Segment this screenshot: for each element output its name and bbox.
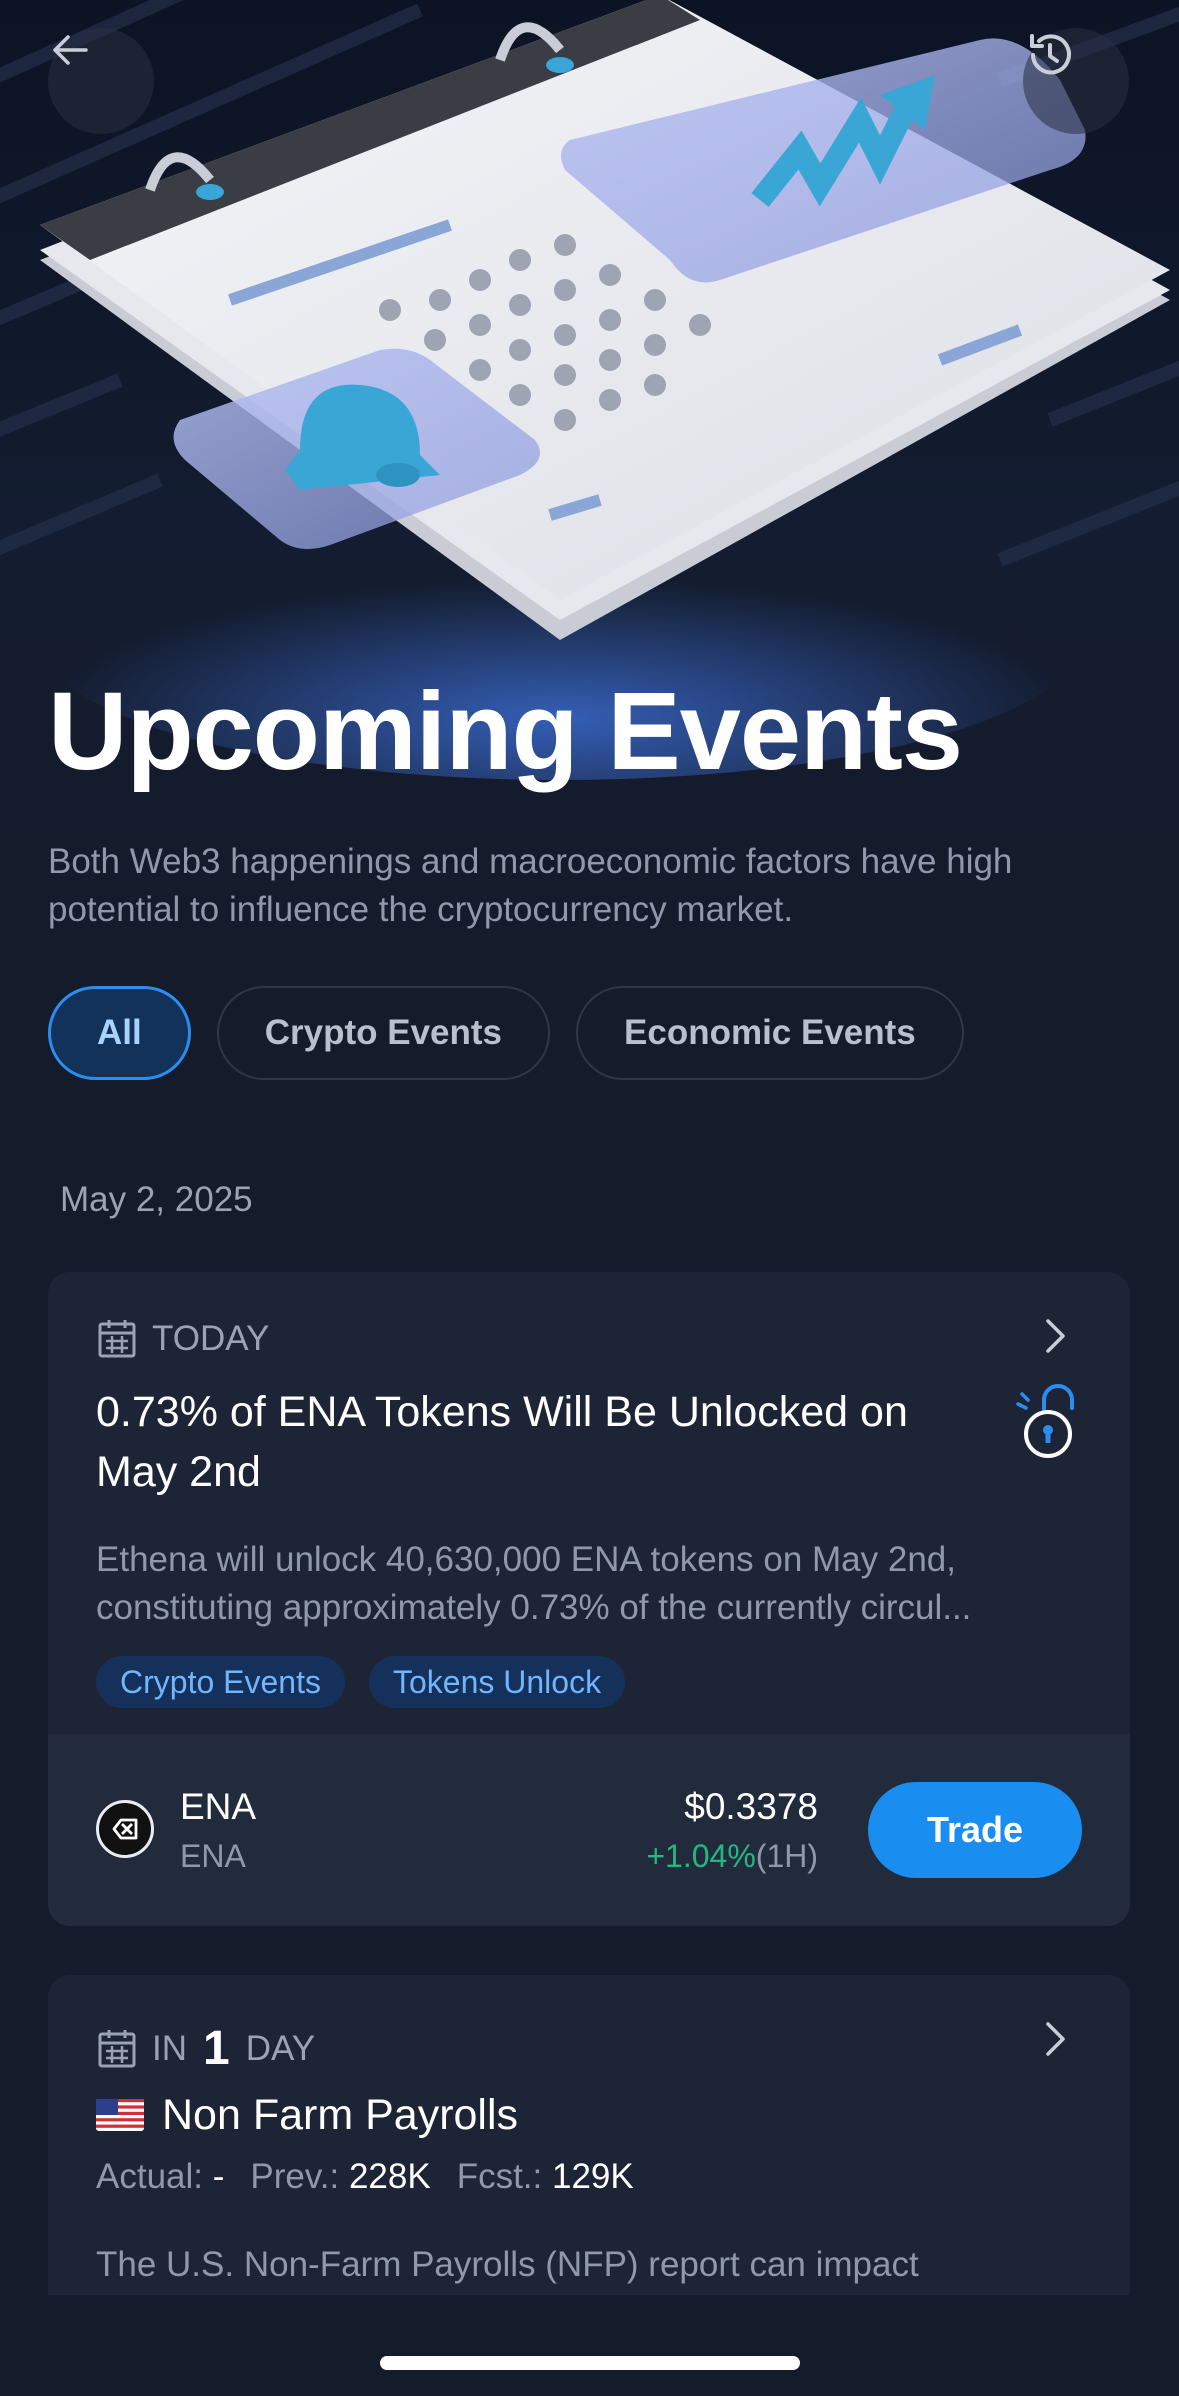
tab-economic-events[interactable]: Economic Events bbox=[576, 986, 964, 1080]
trade-button[interactable]: Trade bbox=[868, 1782, 1082, 1878]
event-title: Non Farm Payrolls bbox=[96, 2085, 976, 2145]
event-when: IN 1 DAY bbox=[96, 2021, 315, 2076]
actual-label: Actual: bbox=[96, 2157, 203, 2196]
chevron-right-icon[interactable] bbox=[1040, 2019, 1070, 2059]
prev-label: Prev.: bbox=[250, 2157, 340, 2196]
calendar-icon bbox=[98, 1320, 136, 1358]
asset-name: ENA bbox=[180, 1786, 257, 1827]
actual-value: - bbox=[212, 2157, 225, 2196]
page-subtitle: Both Web3 happenings and macroeconomic f… bbox=[48, 842, 1013, 929]
asset-price: $0.3378 bbox=[684, 1786, 818, 1827]
asset-symbol: ENA bbox=[180, 1838, 246, 1874]
event-when-suffix: DAY bbox=[245, 2028, 316, 2068]
fcst-label: Fcst.: bbox=[456, 2157, 543, 2196]
event-card-nfp[interactable]: IN 1 DAY Non Farm Payrolls Actual: - Pre… bbox=[48, 1975, 1130, 2295]
us-flag-icon bbox=[96, 2099, 144, 2131]
event-when-label: TODAY bbox=[152, 1319, 270, 1358]
event-tags: Crypto Events Tokens Unlock bbox=[96, 1656, 626, 1708]
asset-change: +1.04%(1H) bbox=[646, 1838, 818, 1875]
event-when: TODAY bbox=[96, 1318, 269, 1360]
tab-all[interactable]: All bbox=[48, 986, 191, 1080]
prev-value: 228K bbox=[348, 2157, 431, 2196]
filter-tabs: All Crypto Events Economic Events bbox=[48, 986, 964, 1080]
event-metrics: Actual: - Prev.: 228K Fcst.: 129K bbox=[96, 2157, 634, 2197]
home-indicator bbox=[380, 2356, 800, 2370]
asset-row-ena[interactable]: ENA ENA $0.3378 +1.04%(1H) Trade bbox=[48, 1734, 1130, 1926]
page-title: Upcoming Events bbox=[48, 670, 963, 793]
asset-change-period: (1H) bbox=[755, 1838, 818, 1874]
history-clock-icon bbox=[1030, 34, 1071, 75]
arrow-left-icon bbox=[53, 35, 88, 65]
back-button[interactable] bbox=[48, 28, 154, 134]
event-when-number: 1 bbox=[203, 2022, 230, 2075]
history-button[interactable] bbox=[1023, 28, 1129, 134]
tag-chip[interactable]: Tokens Unlock bbox=[368, 1656, 626, 1708]
event-description: The U.S. Non-Farm Payrolls (NFP) report … bbox=[96, 2245, 919, 2284]
event-card-ena-unlock[interactable]: TODAY 0.73% of ENA Tokens Will Be Unlock… bbox=[48, 1272, 1130, 1926]
tag-chip[interactable]: Crypto Events bbox=[96, 1656, 345, 1708]
metric-fcst: Fcst.: 129K bbox=[457, 2157, 634, 2197]
event-description: Ethena will unlock 40,630,000 ENA tokens… bbox=[96, 1540, 972, 1627]
event-title-text: Non Farm Payrolls bbox=[162, 2091, 519, 2139]
chevron-right-icon[interactable] bbox=[1040, 1316, 1070, 1356]
metric-prev: Prev.: 228K bbox=[250, 2157, 430, 2197]
event-title: 0.73% of ENA Tokens Will Be Unlocked on … bbox=[96, 1388, 908, 1496]
fcst-value: 129K bbox=[552, 2157, 634, 2196]
calendar-icon bbox=[98, 2029, 136, 2067]
tab-crypto-events[interactable]: Crypto Events bbox=[216, 986, 551, 1080]
event-when-prefix: IN bbox=[152, 2028, 187, 2068]
ena-coin-icon bbox=[96, 1800, 154, 1858]
date-header: May 2, 2025 bbox=[60, 1180, 253, 1219]
metric-actual: Actual: - bbox=[96, 2157, 224, 2197]
asset-change-value: +1.04% bbox=[646, 1838, 756, 1874]
unlock-icon bbox=[1016, 1384, 1074, 1458]
